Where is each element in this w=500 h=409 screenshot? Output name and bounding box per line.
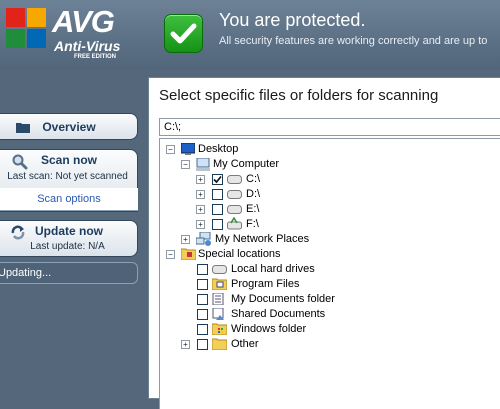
my-documents-checkbox[interactable] — [197, 294, 208, 305]
computer-icon — [196, 158, 210, 171]
tree-label-local-drives: Local hard drives — [231, 263, 315, 275]
special-folder-icon — [181, 248, 196, 260]
drive-c-checkbox[interactable] — [212, 174, 223, 185]
scan-now-label: Scan now — [40, 153, 97, 167]
edition-label: FREE EDITION — [74, 54, 117, 60]
network-drive-icon — [227, 217, 242, 230]
update-now-label: Update now — [35, 224, 103, 238]
tree-label-drive-f: F:\ — [246, 218, 259, 230]
tree-label-my-documents: My Documents folder — [231, 293, 335, 305]
expand-icon[interactable]: + — [196, 220, 205, 229]
protected-check-icon — [164, 14, 203, 53]
panel-title: Select specific files or folders for sca… — [159, 87, 439, 104]
folder-tree[interactable]: − Desktop − My Computer + C:\ + D:\ + E:… — [159, 138, 500, 409]
tree-label-windows-folder: Windows folder — [231, 323, 307, 335]
scan-selection-panel: Select specific files or folders for sca… — [148, 77, 500, 409]
expand-icon[interactable]: + — [181, 235, 190, 244]
overview-label: Overview — [42, 120, 96, 134]
collapse-icon[interactable]: − — [181, 160, 190, 169]
hard-drive-icon — [227, 205, 242, 214]
windows-folder-checkbox[interactable] — [197, 324, 208, 335]
tree-label-shared-documents: Shared Documents — [231, 308, 326, 320]
windows-folder-icon — [212, 323, 227, 335]
tree-label-drive-e: E:\ — [246, 203, 260, 215]
network-places-icon — [196, 232, 211, 246]
shared-documents-icon — [212, 308, 224, 320]
status-title: You are protected. — [219, 10, 366, 30]
tree-label-drive-d: D:\ — [246, 188, 261, 200]
overview-button[interactable]: Overview — [0, 113, 138, 140]
scan-options-link[interactable]: Scan options — [0, 188, 138, 211]
product-name: Anti-Virus — [54, 38, 121, 54]
documents-icon — [212, 293, 224, 305]
path-input[interactable] — [159, 118, 500, 136]
expand-icon[interactable]: + — [196, 205, 205, 214]
program-folder-icon — [212, 278, 227, 290]
drive-d-checkbox[interactable] — [212, 189, 223, 200]
collapse-icon[interactable]: − — [166, 145, 175, 154]
tree-label-network: My Network Places — [215, 233, 310, 245]
hard-drive-icon — [227, 190, 242, 199]
expand-icon[interactable]: + — [181, 340, 190, 349]
tree-label-my-computer: My Computer — [213, 158, 280, 170]
update-now-button[interactable]: Update now Last update: N/A — [0, 220, 138, 257]
tree-label-special: Special locations — [198, 248, 281, 260]
desktop-icon — [181, 143, 195, 155]
tree-label-other: Other — [231, 338, 259, 350]
brand-name: AVG — [52, 4, 115, 39]
updating-status: Updating... — [0, 262, 138, 284]
folder-icon — [212, 338, 227, 350]
last-scan-label: Last scan: Not yet scanned — [7, 171, 128, 182]
tree-label-desktop: Desktop — [198, 143, 239, 155]
tree-label-program-files: Program Files — [231, 278, 300, 290]
hard-drive-icon — [212, 265, 227, 274]
avg-logo-icon — [6, 8, 46, 48]
drive-e-checkbox[interactable] — [212, 204, 223, 215]
hard-drive-icon — [227, 175, 242, 184]
program-files-checkbox[interactable] — [197, 279, 208, 290]
collapse-icon[interactable]: − — [166, 250, 175, 259]
shared-documents-checkbox[interactable] — [197, 309, 208, 320]
tree-label-drive-c: C:\ — [246, 173, 261, 185]
drive-f-checkbox[interactable] — [212, 219, 223, 230]
expand-icon[interactable]: + — [196, 190, 205, 199]
header-bar: AVG Anti-Virus FREE EDITION You are prot… — [0, 0, 500, 70]
other-checkbox[interactable] — [197, 339, 208, 350]
status-subtitle: All security features are working correc… — [219, 35, 488, 47]
local-drives-checkbox[interactable] — [197, 264, 208, 275]
expand-icon[interactable]: + — [196, 175, 205, 184]
last-update-label: Last update: N/A — [30, 241, 105, 252]
